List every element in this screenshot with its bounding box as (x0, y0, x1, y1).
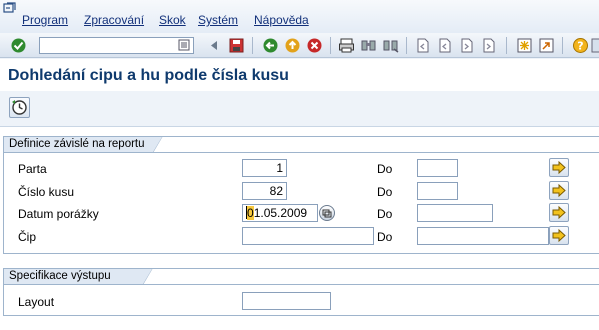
cip-label: Čip (18, 230, 37, 244)
cislo-kusu-to-field[interactable] (417, 182, 458, 200)
find-icon[interactable] (360, 37, 377, 54)
command-history-icon[interactable] (178, 39, 190, 51)
selection-screen: Definice závislé na reportu Parta 1 Do Č… (0, 126, 599, 330)
menu-system[interactable]: Systém (198, 13, 238, 27)
enter-icon[interactable] (10, 37, 27, 54)
help-icon[interactable]: ? (572, 37, 589, 54)
arrow-right-icon (552, 228, 566, 243)
page-title: Dohledání cipu a hu podle čísla kusu (8, 67, 289, 84)
arrow-right-icon (552, 205, 566, 220)
print-icon[interactable] (338, 37, 355, 54)
datum-porazky-to-field[interactable] (417, 204, 493, 222)
command-field[interactable] (39, 37, 194, 54)
menu-program[interactable]: Program (22, 13, 68, 27)
execute-clock-icon (11, 99, 28, 119)
cancel-icon[interactable] (306, 37, 323, 54)
output-specification-group: Specifikace výstupu Layout (3, 268, 599, 316)
layout-menu-icon[interactable] (591, 37, 599, 54)
system-menu-icon[interactable] (3, 2, 16, 14)
next-page-icon[interactable] (458, 37, 475, 54)
parta-label: Parta (18, 162, 47, 176)
first-page-icon[interactable] (414, 37, 431, 54)
group-title: Specifikace výstupu (3, 268, 153, 285)
find-next-icon[interactable] (382, 37, 399, 54)
date-selected-char: 0 (247, 206, 254, 220)
calendar-icon (322, 209, 332, 218)
title-bar: Dohledání cipu a hu podle čísla kusu (0, 59, 599, 91)
layout-field[interactable] (242, 292, 331, 310)
new-session-icon[interactable] (516, 37, 533, 54)
last-page-icon[interactable] (480, 37, 497, 54)
parta-from-field[interactable]: 1 (242, 159, 287, 177)
date-rest: 1.05.2009 (253, 206, 308, 220)
parta-to-label: Do (377, 162, 393, 176)
cip-to-field[interactable] (417, 227, 549, 245)
shortcut-icon[interactable] (538, 37, 555, 54)
cislo-kusu-from-field[interactable]: 82 (242, 182, 287, 200)
parta-to-field[interactable] (417, 159, 458, 177)
parta-multiple-selection-button[interactable] (549, 158, 569, 177)
cislo-kusu-multiple-selection-button[interactable] (549, 181, 569, 200)
save-icon[interactable] (228, 37, 245, 54)
arrow-right-icon (552, 183, 566, 198)
group-title: Definice závislé na reportu (3, 136, 163, 153)
datum-porazky-label: Datum porážky (18, 207, 99, 221)
cip-multiple-selection-button[interactable] (549, 226, 569, 245)
datum-porazky-to-label: Do (377, 207, 393, 221)
svg-text:?: ? (577, 40, 583, 53)
cislo-kusu-label: Číslo kusu (18, 185, 75, 199)
exit-icon[interactable] (284, 37, 301, 54)
back-icon[interactable] (262, 37, 279, 54)
menu-napoveda[interactable]: Nápověda (254, 13, 309, 27)
previous-page-icon[interactable] (436, 37, 453, 54)
calendar-picker-button[interactable] (319, 205, 335, 221)
menu-skok[interactable]: Skok (159, 13, 186, 27)
report-definitions-group: Definice závislé na reportu Parta 1 Do Č… (3, 136, 599, 254)
datum-porazky-multiple-selection-button[interactable] (549, 203, 569, 222)
application-toolbar (0, 92, 599, 122)
cip-to-label: Do (377, 230, 393, 244)
menu-bar: Program Zpracování Skok Systém Nápověda (0, 0, 599, 33)
cislo-kusu-to-label: Do (377, 185, 393, 199)
menu-zpracovani[interactable]: Zpracování (84, 13, 144, 27)
collapse-arrow-icon[interactable] (206, 37, 223, 54)
cip-from-field[interactable] (242, 227, 374, 245)
execute-button[interactable] (9, 97, 30, 118)
datum-porazky-from-field[interactable]: 01.05.2009 (242, 204, 318, 222)
layout-label: Layout (18, 295, 55, 309)
arrow-right-icon (552, 160, 566, 175)
standard-toolbar: ? (0, 33, 599, 58)
